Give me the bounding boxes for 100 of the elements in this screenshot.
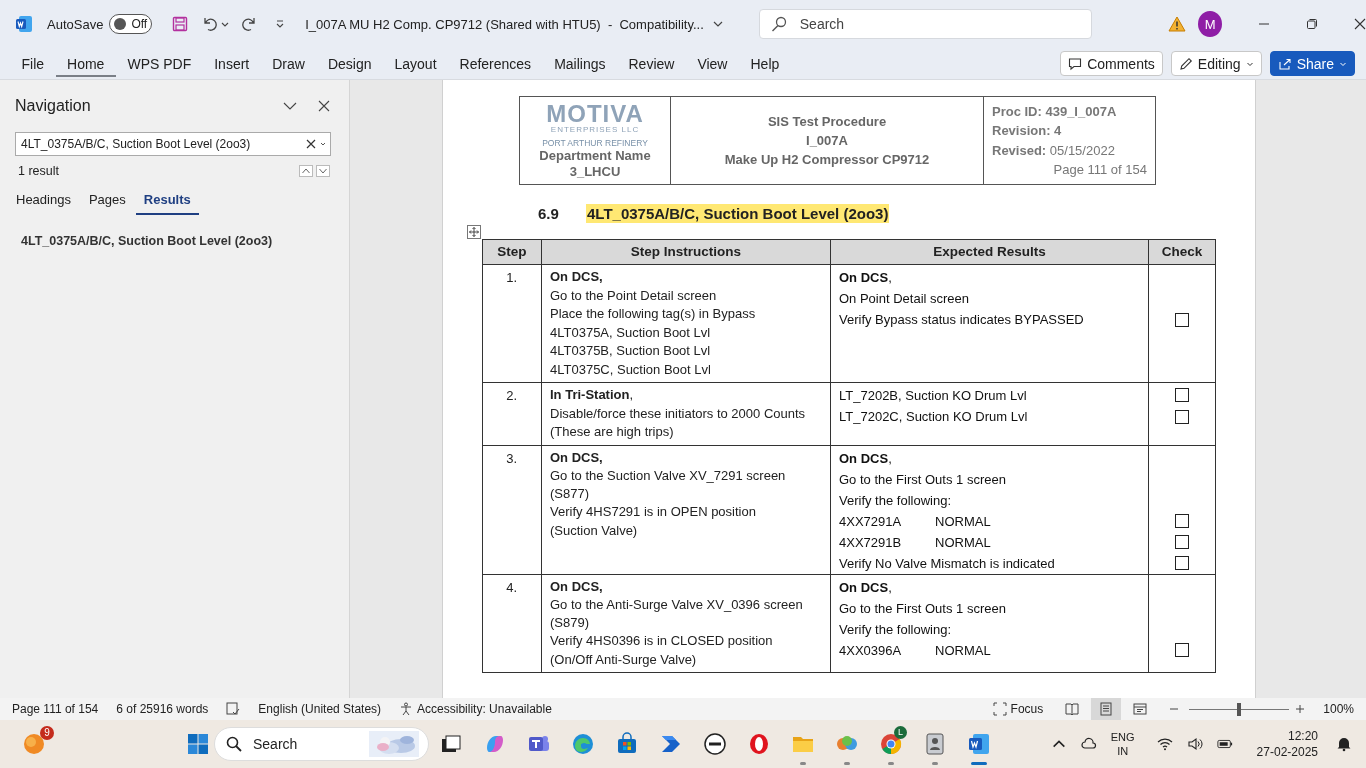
expected-result: On DCS,: [839, 269, 892, 287]
zoom-level[interactable]: 100%: [1323, 702, 1354, 716]
checkbox[interactable]: [1175, 312, 1189, 327]
column-header: Step: [483, 240, 542, 264]
ribbon-tab[interactable]: Home: [55, 50, 116, 77]
comments-button[interactable]: Comments: [1060, 51, 1163, 76]
ribbon-tab[interactable]: View: [685, 50, 739, 77]
input-language[interactable]: ENG: [1110, 730, 1135, 744]
close-icon[interactable]: [317, 99, 331, 113]
focus-button[interactable]: Focus: [992, 702, 1044, 716]
store-icon[interactable]: [615, 732, 639, 756]
instruction-text: 4LT0375A, Suction Boot Lvl: [550, 323, 712, 341]
browser-icon[interactable]: [571, 732, 595, 756]
checkbox[interactable]: [1175, 387, 1189, 402]
site-name: PORT ARTHUR REFINERY: [542, 137, 648, 148]
ribbon-tab[interactable]: File: [10, 50, 56, 77]
expected-result: On DCS,: [839, 578, 892, 597]
result-count: 1 result: [18, 164, 59, 178]
accessibility-icon: [399, 702, 414, 716]
cloud-sync-icon[interactable]: [1080, 736, 1097, 752]
ribbon-tab[interactable]: Draw: [260, 50, 317, 77]
step-number: 1.: [506, 270, 517, 285]
ribbon-tab[interactable]: Mailings: [542, 50, 617, 77]
weather-icon[interactable]: [22, 732, 46, 756]
table-move-handle-icon[interactable]: [467, 225, 481, 239]
word-count[interactable]: 6 of 25916 words: [116, 702, 209, 716]
close-icon[interactable]: [1354, 18, 1366, 30]
procedure-info: Revised: 05/15/2022: [992, 141, 1116, 160]
checkbox[interactable]: [1175, 409, 1189, 424]
instruction-text: Go to the Point Detail screen: [550, 286, 718, 304]
redo-icon[interactable]: [241, 16, 258, 32]
expected-result: LT_7202B, Suction KO Drum Lvl: [839, 387, 1027, 405]
search-field[interactable]: Search: [758, 9, 1093, 39]
warning-icon[interactable]: [1168, 16, 1187, 32]
pane-tab[interactable]: Results: [135, 192, 199, 215]
ribbon-tab[interactable]: Insert: [202, 50, 261, 77]
checkbox[interactable]: [1175, 514, 1189, 528]
customize-toolbar-icon[interactable]: [275, 19, 286, 29]
pane-tab[interactable]: Pages: [80, 192, 134, 215]
language[interactable]: English (United States): [258, 702, 382, 716]
wifi-icon[interactable]: [1156, 736, 1173, 752]
next-result-icon[interactable]: [316, 165, 330, 177]
notification-badge: L: [894, 726, 907, 739]
instruction-text: (Suction Valve): [550, 521, 639, 539]
zoom-slider-thumb[interactable]: [1237, 702, 1242, 716]
save-icon[interactable]: [172, 16, 189, 32]
contact-card-icon[interactable]: [923, 732, 947, 756]
checkbox[interactable]: [1175, 556, 1189, 570]
instruction-text: Verify 4HS7291 is in OPEN position: [550, 503, 757, 521]
search-result[interactable]: 4LT_0375A/B/C, Suction Boot Level (2oo3): [21, 234, 349, 248]
clear-icon[interactable]: [306, 139, 316, 149]
pane-tab[interactable]: Headings: [8, 192, 79, 215]
checkbox[interactable]: [1175, 535, 1189, 549]
word-icon[interactable]: [967, 732, 991, 756]
ribbon-tab[interactable]: References: [448, 50, 543, 77]
notification-badge: 9: [40, 726, 54, 740]
search-icon: [770, 16, 787, 32]
undo-icon[interactable]: [202, 16, 219, 32]
page-count[interactable]: Page 111 of 154: [12, 702, 99, 716]
ribbon-tab[interactable]: Help: [739, 50, 791, 77]
instruction-text: Verify 4HS0396 is in CLOSED position: [550, 632, 774, 650]
start-icon[interactable]: [186, 732, 210, 756]
instruction-text: 4LT0375B, Suction Boot Lvl: [550, 342, 712, 360]
zoom-in-icon[interactable]: [1295, 704, 1306, 714]
browser-icon[interactable]: [747, 732, 771, 756]
caret-icon[interactable]: [221, 20, 230, 28]
word-logo-icon[interactable]: [15, 15, 33, 33]
instruction-text: (On/Off Anti-Surge Valve): [550, 650, 698, 668]
status-value: NORMAL: [935, 641, 991, 660]
autosave-label: AutoSave: [47, 16, 104, 32]
logo-subtitle: ENTERPRISES LLC: [550, 124, 640, 134]
maximize-icon[interactable]: [1306, 18, 1318, 30]
section-title: 4LT_0375A/B/C, Suction Boot Level (2oo3): [586, 203, 890, 223]
search-field[interactable]: 4LT_0375A/B/C, Suction Boot Level (2oo3): [15, 132, 331, 156]
checkbox[interactable]: [1175, 643, 1189, 657]
volume-icon[interactable]: [1186, 736, 1203, 752]
proofing-icon[interactable]: [226, 702, 241, 716]
ribbon-tab[interactable]: Layout: [383, 50, 449, 77]
ribbon-tab[interactable]: Review: [617, 50, 686, 77]
ribbon-tab[interactable]: WPS PDF: [115, 50, 203, 77]
ribbon-tab[interactable]: Design: [316, 50, 383, 77]
logo-icon[interactable]: [703, 732, 727, 756]
caret-icon[interactable]: [319, 140, 327, 148]
expected-result: Verify Bypass status indicates BYPASSED: [839, 311, 1084, 329]
notification-bell-icon[interactable]: [1336, 736, 1352, 752]
expected-result: LT_7202C, Suction KO Drum Lvl: [839, 408, 1028, 426]
expected-result: Verify the following:: [839, 620, 951, 639]
previous-result-icon[interactable]: [299, 165, 313, 177]
share-button[interactable]: Share: [1269, 51, 1355, 76]
expected-result: Go to the First Outs 1 screen: [839, 599, 1006, 618]
comment-icon: [1068, 56, 1083, 71]
print-layout-button[interactable]: [1091, 698, 1122, 720]
accessibility-status[interactable]: Accessibility: Unavailable: [399, 702, 552, 716]
expected-result: Go to the First Outs 1 screen: [839, 470, 1006, 489]
autosave-toggle[interactable]: Off: [109, 14, 153, 34]
clock-date[interactable]: 27-02-2025: [1256, 744, 1318, 760]
user-avatar[interactable]: M: [1198, 11, 1222, 37]
clock-time[interactable]: 12:20: [1287, 728, 1318, 744]
input-region[interactable]: IN: [1117, 744, 1129, 758]
editing-button[interactable]: Editing: [1170, 51, 1262, 76]
